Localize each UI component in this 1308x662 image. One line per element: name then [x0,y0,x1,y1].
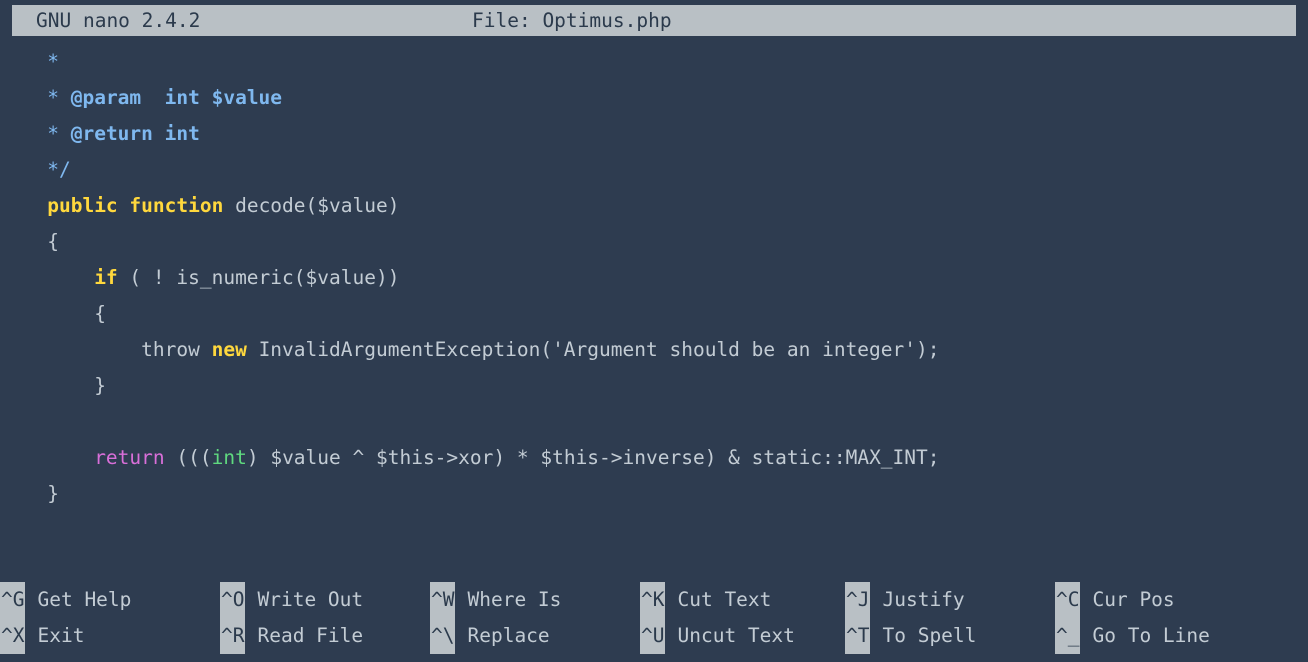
code-indent [12,230,47,253]
shortcut-item[interactable]: ^_Go To Line [1055,618,1210,654]
shortcut-item[interactable]: ^XExit [0,618,84,654]
shortcut-label: Go To Line [1080,618,1209,654]
code-indent [12,194,47,217]
code-indent [12,446,94,469]
shortcut-key-badge: ^\ [430,618,455,654]
shortcut-key-badge: ^J [845,582,870,618]
shortcut-item[interactable]: ^CCur Pos [1055,582,1175,618]
code-token: * [47,122,70,145]
code-token: } [47,482,59,505]
shortcut-key-badge: ^K [640,582,665,618]
code-line[interactable]: } [0,476,1308,512]
shortcut-item[interactable]: ^GGet Help [0,582,131,618]
code-token: @return int [71,122,200,145]
code-token: ( ! is_numeric($value)) [118,266,400,289]
shortcut-key-badge: ^W [430,582,455,618]
code-indent [12,50,47,73]
editor-text-area[interactable]: * * @param int $value * @return int */ p… [0,44,1308,564]
shortcut-item[interactable]: ^OWrite Out [220,582,363,618]
code-indent [12,338,141,361]
code-token: ((( [165,446,212,469]
code-indent [12,266,94,289]
shortcut-label: Exit [25,618,84,654]
code-token: @param int $value [71,86,282,109]
shortcut-label: Get Help [25,582,131,618]
shortcut-key-badge: ^G [0,582,25,618]
filename-label: File: Optimus.php [472,5,672,36]
code-indent [12,482,47,505]
code-token: * [47,50,59,73]
shortcut-label: Write Out [245,582,363,618]
nano-terminal-window: GNU nano 2.4.2 File: Optimus.php * * @pa… [0,0,1308,662]
shortcut-label: Cut Text [665,582,771,618]
shortcut-item[interactable]: ^KCut Text [640,582,771,618]
shortcut-label: Uncut Text [665,618,794,654]
shortcut-item[interactable]: ^UUncut Text [640,618,795,654]
shortcut-label: Replace [455,618,549,654]
code-token: } [94,374,106,397]
shortcut-item[interactable]: ^\Replace [430,618,550,654]
code-indent [12,122,47,145]
code-token: { [94,302,106,325]
code-token: decode($value) [223,194,399,217]
code-token: if [94,266,117,289]
shortcut-key-badge: ^O [220,582,245,618]
code-line[interactable]: * [0,44,1308,80]
shortcut-label: Where Is [455,582,561,618]
code-indent [12,302,94,325]
shortcut-item[interactable]: ^JJustify [845,582,965,618]
code-token: public function [47,194,223,217]
code-line[interactable]: public function decode($value) [0,188,1308,224]
code-indent [12,86,47,109]
shortcut-item[interactable]: ^TTo Spell [845,618,976,654]
shortcut-label: Read File [245,618,363,654]
code-line[interactable]: return (((int) $value ^ $this->xor) * $t… [0,440,1308,476]
code-line[interactable]: * @param int $value [0,80,1308,116]
code-line[interactable] [0,404,1308,440]
code-token: return [94,446,164,469]
code-token: * [47,86,70,109]
shortcut-label: To Spell [870,618,976,654]
code-token: new [212,338,247,361]
shortcut-help-bar: ^GGet Help ^OWrite Out ^WWhere Is ^KCut Tex… [0,576,1308,662]
code-token: InvalidArgumentException('Argument shoul… [247,338,940,361]
shortcut-item[interactable]: ^RRead File [220,618,363,654]
code-indent [12,158,47,181]
code-token: int [212,446,247,469]
code-token: */ [47,158,70,181]
code-token: throw [141,338,211,361]
shortcut-label: Justify [870,582,964,618]
shortcut-key-badge: ^R [220,618,245,654]
shortcut-row-1: ^GGet Help ^OWrite Out ^WWhere Is ^KCut Tex… [0,582,1308,618]
nano-version-label: GNU nano 2.4.2 [36,5,200,36]
code-line[interactable]: { [0,296,1308,332]
code-token: ) $value ^ $this->xor) * $this->inverse)… [247,446,940,469]
shortcut-row-2: ^XExit ^RRead File ^\Replace ^UUncut Text ^T… [0,618,1308,654]
code-line[interactable]: if ( ! is_numeric($value)) [0,260,1308,296]
shortcut-key-badge: ^C [1055,582,1080,618]
shortcut-key-badge: ^U [640,618,665,654]
code-indent [12,374,94,397]
shortcut-key-badge: ^_ [1055,618,1080,654]
shortcut-label: Cur Pos [1080,582,1174,618]
code-line[interactable]: { [0,224,1308,260]
titlebar: GNU nano 2.4.2 File: Optimus.php [12,5,1296,36]
code-line[interactable]: } [0,368,1308,404]
code-line[interactable]: * @return int [0,116,1308,152]
code-line[interactable]: throw new InvalidArgumentException('Argu… [0,332,1308,368]
shortcut-item[interactable]: ^WWhere Is [430,582,561,618]
code-line[interactable]: */ [0,152,1308,188]
shortcut-key-badge: ^T [845,618,870,654]
shortcut-key-badge: ^X [0,618,25,654]
code-token: { [47,230,59,253]
